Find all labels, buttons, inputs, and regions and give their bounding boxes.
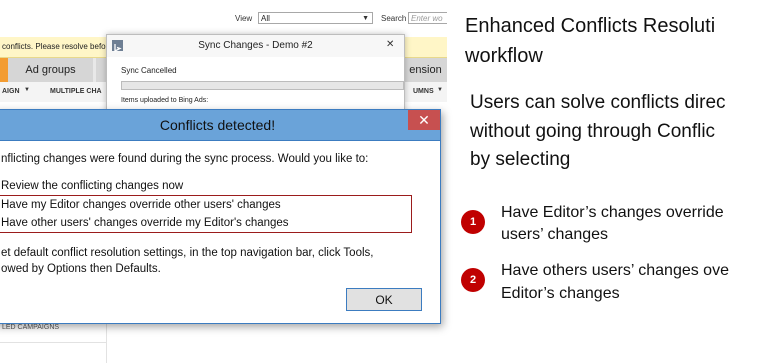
divider: [0, 342, 106, 343]
annotation-desc-line3: by selecting: [470, 149, 571, 170]
warning-text: conflicts. Please resolve before: [2, 42, 113, 51]
chevron-down-icon: ▼: [362, 15, 369, 22]
step-2-line2: Editor’s changes: [501, 285, 620, 302]
option-others-override[interactable]: Have other users' changes override my Ed…: [1, 217, 289, 229]
campaign-menu[interactable]: AIGN: [2, 88, 20, 95]
divider: [0, 140, 440, 141]
tab-campaigns[interactable]: [0, 58, 8, 82]
conflicts-dialog: Conflicts detected! ✕ nflicting changes …: [0, 109, 441, 324]
sync-changes-window: Sync Changes - Demo #2 ✕ Sync Cancelled …: [106, 34, 405, 114]
close-icon[interactable]: ✕: [386, 39, 394, 50]
option-review-now[interactable]: Review the conflicting changes now: [1, 180, 183, 192]
search-input[interactable]: Enter wo: [408, 12, 447, 24]
sync-window-title: Sync Changes - Demo #2: [198, 40, 313, 51]
step-1-line1: Have Editor’s changes override: [501, 204, 724, 221]
step-2-line1: Have others users’ changes ove: [501, 262, 729, 279]
annotation-desc-line1: Users can solve conflicts direc: [470, 92, 726, 113]
annotation-heading-line2: workflow: [465, 45, 543, 67]
dialog-titlebar: Conflicts detected! ✕: [0, 110, 440, 140]
annotation-heading-line1: Enhanced Conflicts Resoluti: [465, 15, 716, 37]
defaults-note-line1: et default conflict resolution settings,…: [1, 247, 374, 259]
step-badge-2: 2: [461, 268, 485, 292]
close-icon: ✕: [418, 112, 430, 128]
option-editor-overrides[interactable]: Have my Editor changes override other us…: [1, 199, 281, 211]
tab-ads[interactable]: [96, 58, 106, 82]
top-toolbar: View All ▼ Search Enter wo: [0, 0, 447, 36]
dialog-title: Conflicts detected!: [159, 117, 276, 133]
view-dropdown-value: All: [261, 14, 270, 23]
tab-extensions[interactable]: ension: [404, 58, 447, 82]
chevron-down-icon: ▼: [437, 87, 443, 93]
view-label: View: [235, 14, 253, 23]
defaults-note-line2: owed by Options then Defaults.: [1, 263, 161, 275]
step-badge-1: 1: [461, 210, 485, 234]
multiple-changes-menu[interactable]: MULTIPLE CHA: [50, 88, 102, 95]
dialog-intro: nflicting changes were found during the …: [1, 153, 369, 165]
sync-progress-bar: [121, 81, 404, 90]
search-label: Search: [381, 14, 407, 23]
tab-ad-groups[interactable]: Ad groups: [8, 58, 93, 82]
columns-menu[interactable]: UMNS: [413, 88, 434, 95]
items-uploaded-label: Items uploaded to Bing Ads:: [121, 97, 209, 104]
sync-window-titlebar: Sync Changes - Demo #2 ✕: [107, 35, 404, 57]
close-button[interactable]: ✕: [408, 110, 440, 130]
annotation-desc-line2: without going through Conflic: [470, 121, 716, 142]
campaign-tree-item[interactable]: LED CAMPAIGNS: [2, 324, 59, 331]
sync-status: Sync Cancelled: [121, 66, 177, 75]
view-dropdown[interactable]: All ▼: [258, 12, 373, 24]
step-1-line2: users’ changes: [501, 226, 609, 243]
ok-button[interactable]: OK: [346, 288, 422, 311]
chevron-down-icon: ▼: [24, 87, 30, 93]
